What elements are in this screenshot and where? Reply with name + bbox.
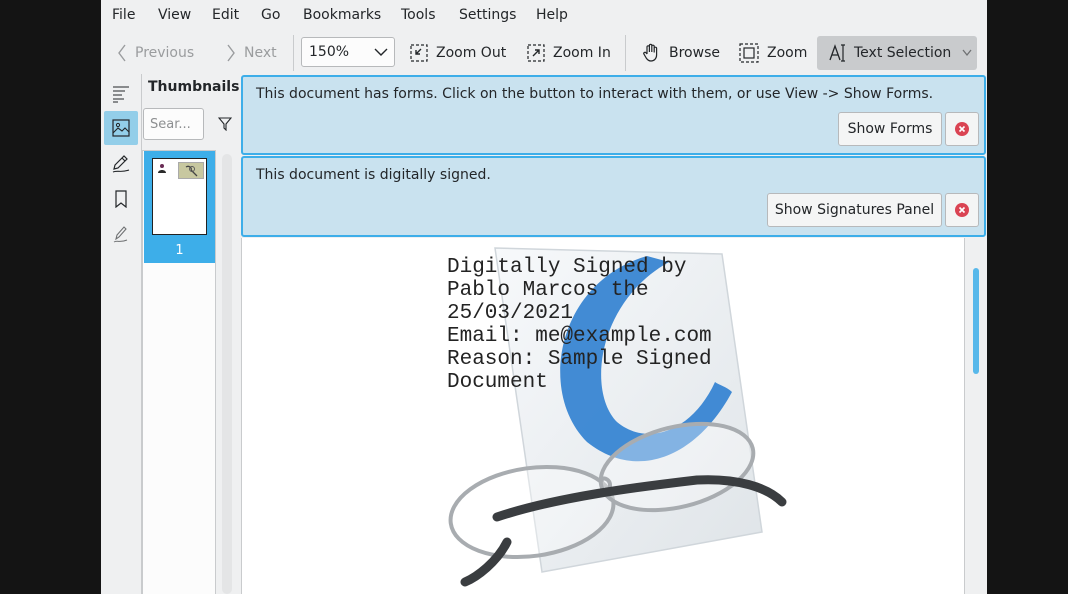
bookmark-icon (115, 190, 127, 208)
chevron-left-icon (118, 44, 126, 62)
zoom-tool-button[interactable]: Zoom (739, 33, 807, 73)
show-signatures-panel-button[interactable]: Show Signatures Panel (767, 193, 942, 227)
signature-text-block: Digitally Signed by Pablo Marcos the 25/… (447, 256, 712, 394)
scrollbar-handle[interactable] (973, 268, 979, 374)
menu-tools[interactable]: Tools (401, 7, 436, 23)
thumbnail-page-1[interactable]: 1 (144, 151, 215, 263)
previous-button[interactable]: Previous (117, 33, 194, 73)
sidebar-tab-strip (101, 74, 142, 594)
signature-icon (113, 226, 128, 243)
signature-stamp-thumbnail (178, 162, 204, 179)
glasses-icon (185, 165, 198, 177)
filter-icon[interactable] (218, 117, 232, 131)
browse-tool-button[interactable]: Browse (641, 33, 720, 73)
toolbar-separator (625, 35, 626, 71)
zoom-in-label: Zoom In (553, 45, 611, 61)
signature-notification-banner: This document is digitally signed. Show … (241, 156, 986, 237)
zoom-out-button[interactable]: Zoom Out (410, 33, 506, 73)
thumbnail-list[interactable]: 1 (142, 150, 216, 594)
zoom-out-label: Zoom Out (436, 45, 507, 61)
zoom-in-icon (527, 44, 545, 62)
forms-message: This document has forms. Click on the bu… (256, 86, 934, 102)
signature-line: Digitally Signed by (447, 256, 687, 279)
menu-settings[interactable]: Settings (459, 7, 516, 23)
menu-go[interactable]: Go (261, 7, 280, 23)
close-forms-banner-button[interactable] (945, 112, 979, 146)
sidebar-tab-bookmarks[interactable] (104, 182, 138, 216)
next-label: Next (244, 45, 277, 61)
zoom-level-value: 150% (309, 44, 350, 60)
page-number-label: 1 (175, 243, 184, 258)
panel-title: Thumbnails (148, 79, 240, 95)
signature-line: Pablo Marcos the (447, 279, 649, 302)
text-selection-label: Text Selection (854, 45, 952, 61)
okular-window: File View Edit Go Bookmarks Tools Settin… (101, 0, 987, 594)
main-toolbar: Previous Next 150% Zoom Out Zoom In Brow… (101, 33, 987, 73)
table-of-contents-icon (113, 86, 129, 103)
close-icon (955, 122, 969, 136)
user-icon (158, 164, 166, 173)
signature-line: Email: me@example.com (447, 325, 712, 348)
menubar: File View Edit Go Bookmarks Tools Settin… (101, 0, 987, 32)
signature-line: Document (447, 371, 548, 394)
pen-icon (112, 155, 130, 173)
document-scrollbar[interactable] (965, 238, 987, 594)
zoom-in-button[interactable]: Zoom In (527, 33, 611, 73)
close-icon (955, 203, 969, 217)
hand-icon (643, 43, 658, 62)
zoom-level-combo[interactable]: 150% (301, 37, 395, 67)
toolbar-separator (293, 35, 294, 71)
sidebar-tab-contents[interactable] (104, 77, 138, 111)
sidebar-tab-annotations[interactable] (104, 147, 138, 181)
signed-message: This document is digitally signed. (256, 167, 491, 183)
chevron-right-icon (227, 44, 235, 62)
sidebar-tab-signatures[interactable] (104, 217, 138, 251)
menu-bookmarks[interactable]: Bookmarks (303, 7, 381, 23)
document-page-view[interactable]: Digitally Signed by Pablo Marcos the 25/… (241, 238, 965, 594)
menu-edit[interactable]: Edit (212, 7, 239, 23)
chevron-down-icon (374, 48, 388, 56)
sidebar-tab-thumbnails[interactable] (104, 111, 138, 145)
thumbnail-scrollbar[interactable] (222, 154, 232, 594)
zoom-out-icon (410, 44, 428, 62)
page-thumbnail (152, 158, 207, 235)
menu-file[interactable]: File (112, 7, 135, 23)
browse-label: Browse (669, 45, 720, 61)
next-button[interactable]: Next (226, 33, 277, 73)
image-icon (112, 119, 130, 137)
thumbnails-panel: Thumbnails 1 (142, 74, 239, 594)
signature-line: 25/03/2021 (447, 302, 574, 325)
zoom-area-icon (739, 43, 759, 63)
text-selection-tool-button[interactable]: Text Selection (817, 36, 977, 70)
menu-help[interactable]: Help (536, 7, 568, 23)
thumbnail-search-input[interactable] (143, 108, 204, 140)
forms-notification-banner: This document has forms. Click on the bu… (241, 75, 986, 155)
chevron-down-icon[interactable] (962, 49, 972, 57)
signature-line: Reason: Sample Signed (447, 348, 712, 371)
close-signature-banner-button[interactable] (945, 193, 979, 227)
zoom-tool-label: Zoom (767, 45, 808, 61)
previous-label: Previous (135, 45, 195, 61)
show-forms-button[interactable]: Show Forms (838, 112, 942, 146)
text-cursor-icon (829, 44, 845, 62)
menu-view[interactable]: View (158, 7, 191, 23)
